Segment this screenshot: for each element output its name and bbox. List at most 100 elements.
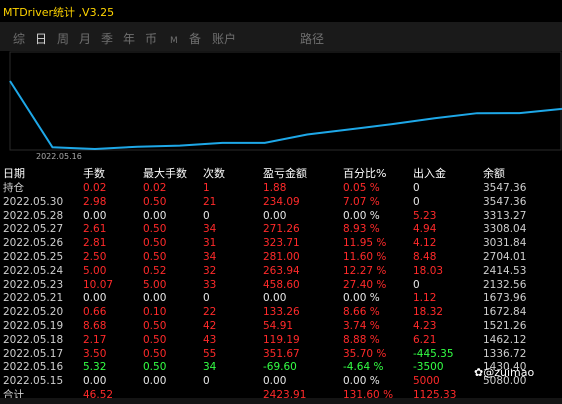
cell-flow: 18.32 <box>413 306 444 319</box>
cell-pct: 35.70 % <box>343 347 387 360</box>
cell-max: 0.00 <box>143 292 167 305</box>
cell-date: 持仓 <box>3 182 24 194</box>
cell-pct: 11.95 % <box>343 237 387 250</box>
cell-date: 2022.05.24 <box>3 264 64 277</box>
cell-count: 31 <box>203 237 217 250</box>
table-row[interactable]: 2022.05.28 0.00 0.00 0 0.00 0.00 % 5.23 3313.27 <box>0 209 562 224</box>
cell-flow: 5000 <box>413 375 440 388</box>
table-row[interactable]: 2022.05.26 2.81 0.50 31 323.71 11.95 % 4.12 303… <box>0 236 562 251</box>
cell-count: 42 <box>203 320 217 332</box>
horizontal-scrollbar[interactable] <box>0 398 562 404</box>
cell-flow: 8.48 <box>413 251 437 263</box>
cell-pct: 8.66 % <box>343 306 380 319</box>
column-header[interactable]: 日期 <box>3 166 25 181</box>
tab-currency[interactable]: 币 <box>145 32 157 46</box>
cell-flow: 0 <box>413 278 420 291</box>
cell-max: 0.10 <box>143 306 167 319</box>
table-row[interactable]: 2022.05.25 2.50 0.50 34 281.00 11.60 % 8.48 270… <box>0 250 562 265</box>
cell-date: 2022.05.26 <box>3 237 64 250</box>
column-header[interactable]: 百分比% <box>343 166 386 181</box>
cell-balance: 1521.26 <box>483 320 527 332</box>
cell-date: 2022.05.19 <box>3 320 64 332</box>
tab-path[interactable]: 路径 <box>300 32 324 46</box>
cell-date: 2022.05.28 <box>3 209 64 222</box>
cell-max: 0.50 <box>143 333 167 346</box>
cell-flow: 0 <box>413 195 420 208</box>
cell-lots: 5.00 <box>83 264 107 277</box>
cell-date: 2022.05.25 <box>3 251 64 263</box>
cell-max: 0.52 <box>143 264 167 277</box>
table-row[interactable]: 2022.05.27 2.61 0.50 34 271.26 8.93 % 4.94 3308… <box>0 222 562 237</box>
cell-pct: 0.00 % <box>343 292 380 305</box>
cell-lots: 0.00 <box>83 375 107 388</box>
table-row[interactable]: 2022.05.20 0.66 0.10 22 133.26 8.66 % 18.32 167… <box>0 305 562 320</box>
cell-pct: 8.88 % <box>343 333 380 346</box>
table-row[interactable]: 2022.05.24 5.00 0.52 32 263.94 12.27 % 18.03 24… <box>0 264 562 279</box>
table-row[interactable]: 2022.05.19 8.68 0.50 42 54.91 3.74 % 4.23 1521.… <box>0 319 562 334</box>
cell-max: 5.00 <box>143 278 167 291</box>
cell-date: 2022.05.20 <box>3 306 64 319</box>
cell-date: 2022.05.15 <box>3 375 64 388</box>
table-row[interactable]: 2022.05.21 0.00 0.00 0 0.00 0.00 % 1.12 1673.96 <box>0 291 562 306</box>
cell-balance: 1462.12 <box>483 333 527 346</box>
period-tab-bar: 综 日 周 月 季 年 币 M 备 账户 路径 <box>0 22 562 51</box>
cell-pct: 0.05 % <box>343 182 380 194</box>
watermark: ✿@zuimao <box>474 366 534 379</box>
cell-lots: 2.81 <box>83 237 107 250</box>
tab-notes[interactable]: 备 <box>189 32 201 46</box>
plot-frame <box>9 51 562 151</box>
cell-date: 2022.05.17 <box>3 347 64 360</box>
cell-balance: 3308.04 <box>483 223 527 236</box>
column-header[interactable]: 出入金 <box>413 166 446 181</box>
column-header[interactable]: 余额 <box>483 166 505 181</box>
cell-count: 0 <box>203 209 210 222</box>
column-header[interactable]: 盈亏金额 <box>263 166 307 181</box>
cell-flow: 4.12 <box>413 237 437 250</box>
tab-quarter[interactable]: 季 <box>101 32 113 46</box>
cell-date: 2022.05.23 <box>3 278 64 291</box>
cell-flow: 1.12 <box>413 292 437 305</box>
cell-balance: 1336.72 <box>483 347 527 360</box>
cell-max: 0.02 <box>143 182 167 194</box>
cell-date: 2022.05.16 <box>3 361 64 374</box>
cell-date: 2022.05.21 <box>3 292 64 305</box>
column-header[interactable]: 次数 <box>203 166 225 181</box>
tab-month[interactable]: 月 <box>79 32 91 46</box>
column-header[interactable]: 手数 <box>83 166 105 181</box>
tab-year[interactable]: 年 <box>123 32 135 46</box>
tab-week[interactable]: 周 <box>57 32 69 46</box>
balance-chart: 2022.05.16 <box>0 51 562 163</box>
cell-lots: 0.02 <box>83 182 107 194</box>
cell-balance: 2704.01 <box>483 251 527 263</box>
cell-pct: 7.07 % <box>343 195 380 208</box>
table-row[interactable]: 2022.05.18 2.17 0.50 43 119.19 8.88 % 6.21 1462… <box>0 333 562 348</box>
tab-day[interactable]: 日 <box>35 32 47 46</box>
cell-lots: 0.00 <box>83 209 107 222</box>
cell-flow: 4.94 <box>413 223 437 236</box>
table-row[interactable]: 2022.05.17 3.50 0.50 55 351.67 35.70 % -445.35… <box>0 347 562 362</box>
cell-max: 0.50 <box>143 223 167 236</box>
cell-count: 0 <box>203 292 210 305</box>
cell-max: 0.50 <box>143 347 167 360</box>
cell-pct: 12.27 % <box>343 264 387 277</box>
cell-balance: 3547.36 <box>483 182 527 194</box>
table-row[interactable]: 2022.05.30 2.98 0.50 21 234.09 7.07 % 0 3547.36 <box>0 195 562 210</box>
table-header: 日期 手数 最大手数 次数 盈亏金额 百分比% 出入金 余额 <box>0 166 562 181</box>
cell-count: 34 <box>203 251 217 263</box>
column-header[interactable]: 最大手数 <box>143 166 187 181</box>
cell-count: 1 <box>203 182 210 194</box>
tab-account[interactable]: 账户 <box>212 32 236 46</box>
table-row[interactable]: 持仓 0.02 0.02 1 1.88 0.05 % 0 3547.36 <box>0 181 562 196</box>
tab-m[interactable]: M <box>170 34 178 48</box>
cell-flow: 6.21 <box>413 333 437 346</box>
cell-pnl: 234.09 <box>263 195 300 208</box>
table-row[interactable]: 2022.05.23 10.07 5.00 33 458.60 27.40 % 0 2132.… <box>0 278 562 293</box>
cell-count: 43 <box>203 333 217 346</box>
cell-lots: 0.66 <box>83 306 107 319</box>
cell-pnl: 1.88 <box>263 182 287 194</box>
cell-count: 21 <box>203 195 217 208</box>
cell-balance: 1672.84 <box>483 306 527 319</box>
cell-balance: 3031.84 <box>483 237 527 250</box>
cell-pct: 11.60 % <box>343 251 387 263</box>
tab-summary[interactable]: 综 <box>13 32 25 46</box>
